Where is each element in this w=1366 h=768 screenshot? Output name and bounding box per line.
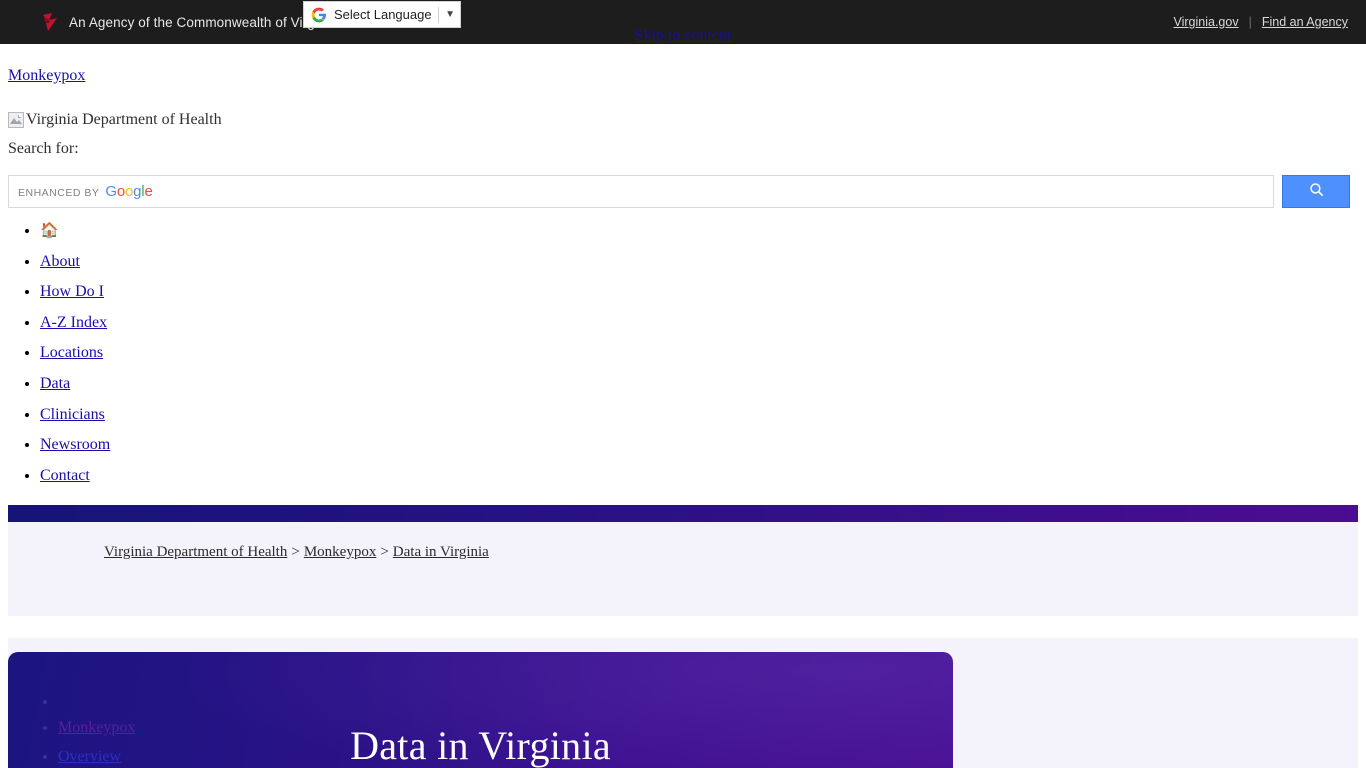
select-language-widget[interactable]: Select Language ▼ <box>303 1 461 28</box>
nav-item-contact[interactable]: Contact <box>40 467 1366 485</box>
main-navigation: 🏠 About How Do I A-Z Index Locations Dat… <box>0 222 1366 484</box>
page-title: Data in Virginia <box>350 723 611 768</box>
hero-sidebar-item-blank[interactable] <box>58 694 135 707</box>
monkeypox-site-link[interactable]: Monkeypox <box>8 67 85 84</box>
nav-item-locations[interactable]: Locations <box>40 344 1366 362</box>
nav-item-a-z-index[interactable]: A-Z Index <box>40 314 1366 332</box>
google-letter-o1: o <box>116 183 125 200</box>
skip-to-content-link[interactable]: Skip to content <box>635 27 732 44</box>
breadcrumb-item-data-in-virginia[interactable]: Data in Virginia <box>393 544 489 560</box>
search-input[interactable]: ENHANCED BY Google <box>8 175 1274 208</box>
breadcrumb-separator-2: > <box>380 544 389 560</box>
site-logo-broken-image[interactable]: Virginia Department of Health <box>0 85 1366 129</box>
site-section-link-wrap: Monkeypox <box>0 44 1366 85</box>
google-letter-o2: o <box>124 183 134 200</box>
home-link[interactable]: 🏠 <box>40 222 59 239</box>
nav-link-how-do-i[interactable]: How Do I <box>40 283 104 300</box>
google-letter-g: G <box>105 183 117 200</box>
select-language-label: Select Language <box>334 7 432 22</box>
google-wordmark: Google <box>105 183 152 200</box>
breadcrumb-item-vdh[interactable]: Virginia Department of Health <box>104 544 287 560</box>
breadcrumb-separator-1: > <box>291 544 300 560</box>
nav-link-clinicians[interactable]: Clinicians <box>40 406 105 423</box>
chevron-down-icon[interactable]: ▼ <box>445 9 455 20</box>
google-letter-e: e <box>144 183 153 200</box>
breadcrumb-band: Virginia Department of Health > Monkeypox >… <box>8 522 1358 616</box>
nav-item-newsroom[interactable]: Newsroom <box>40 436 1366 454</box>
google-g-icon <box>311 7 327 23</box>
home-icon: 🏠 <box>40 223 59 239</box>
cse-enhanced-by-label: ENHANCED BY <box>18 187 100 199</box>
nav-link-a-z-index[interactable]: A-Z Index <box>40 314 107 331</box>
nav-link-newsroom[interactable]: Newsroom <box>40 436 110 453</box>
cse-watermark: ENHANCED BY Google <box>18 183 153 200</box>
nav-item-data[interactable]: Data <box>40 375 1366 393</box>
search-for-label: Search for: <box>8 140 79 158</box>
hero-banner: Monkeypox Overview Data in Virginia <box>8 652 953 768</box>
nav-item-clinicians[interactable]: Clinicians <box>40 406 1366 424</box>
nav-item-home[interactable]: 🏠 <box>40 222 1366 240</box>
google-cse-search-row: ENHANCED BY Google <box>8 175 1358 208</box>
nav-item-how-do-i[interactable]: How Do I <box>40 283 1366 301</box>
skip-to-content: Skip to content <box>0 27 1366 45</box>
nav-link-about[interactable]: About <box>40 253 80 270</box>
breadcrumb: Virginia Department of Health > Monkeypox >… <box>8 544 1358 561</box>
search-icon <box>1308 181 1325 203</box>
breadcrumb-item-monkeypox[interactable]: Monkeypox <box>304 544 377 560</box>
search-submit-button[interactable] <box>1282 175 1350 208</box>
nav-item-about[interactable]: About <box>40 253 1366 271</box>
nav-link-locations[interactable]: Locations <box>40 344 103 361</box>
nav-link-data[interactable]: Data <box>40 375 70 392</box>
translate-divider <box>438 6 440 23</box>
unstyled-page-header: Monkeypox Virginia Department of Health … <box>0 44 1366 158</box>
gradient-divider-bar <box>8 505 1358 522</box>
broken-image-icon <box>8 112 24 129</box>
nav-link-contact[interactable]: Contact <box>40 467 90 484</box>
site-logo-alt-text: Virginia Department of Health <box>26 111 222 129</box>
